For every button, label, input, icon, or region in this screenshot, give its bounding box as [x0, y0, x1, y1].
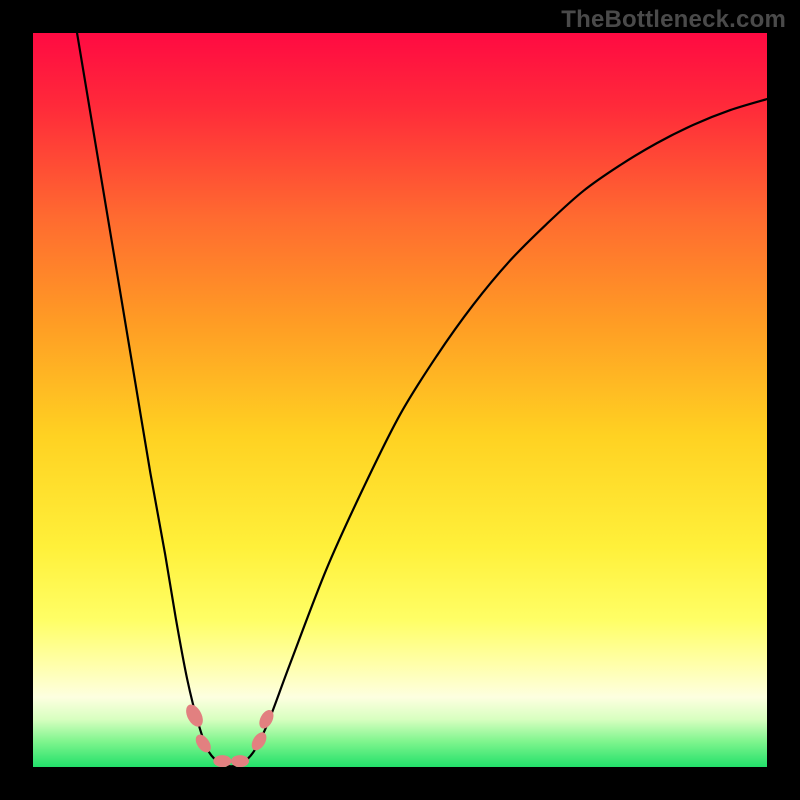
watermark-text: TheBottleneck.com [561, 6, 786, 34]
marker-4 [231, 755, 249, 767]
marker-3 [213, 755, 231, 767]
chart-svg [33, 33, 767, 767]
plot-area [33, 33, 767, 767]
chart-frame: TheBottleneck.com [0, 0, 800, 800]
